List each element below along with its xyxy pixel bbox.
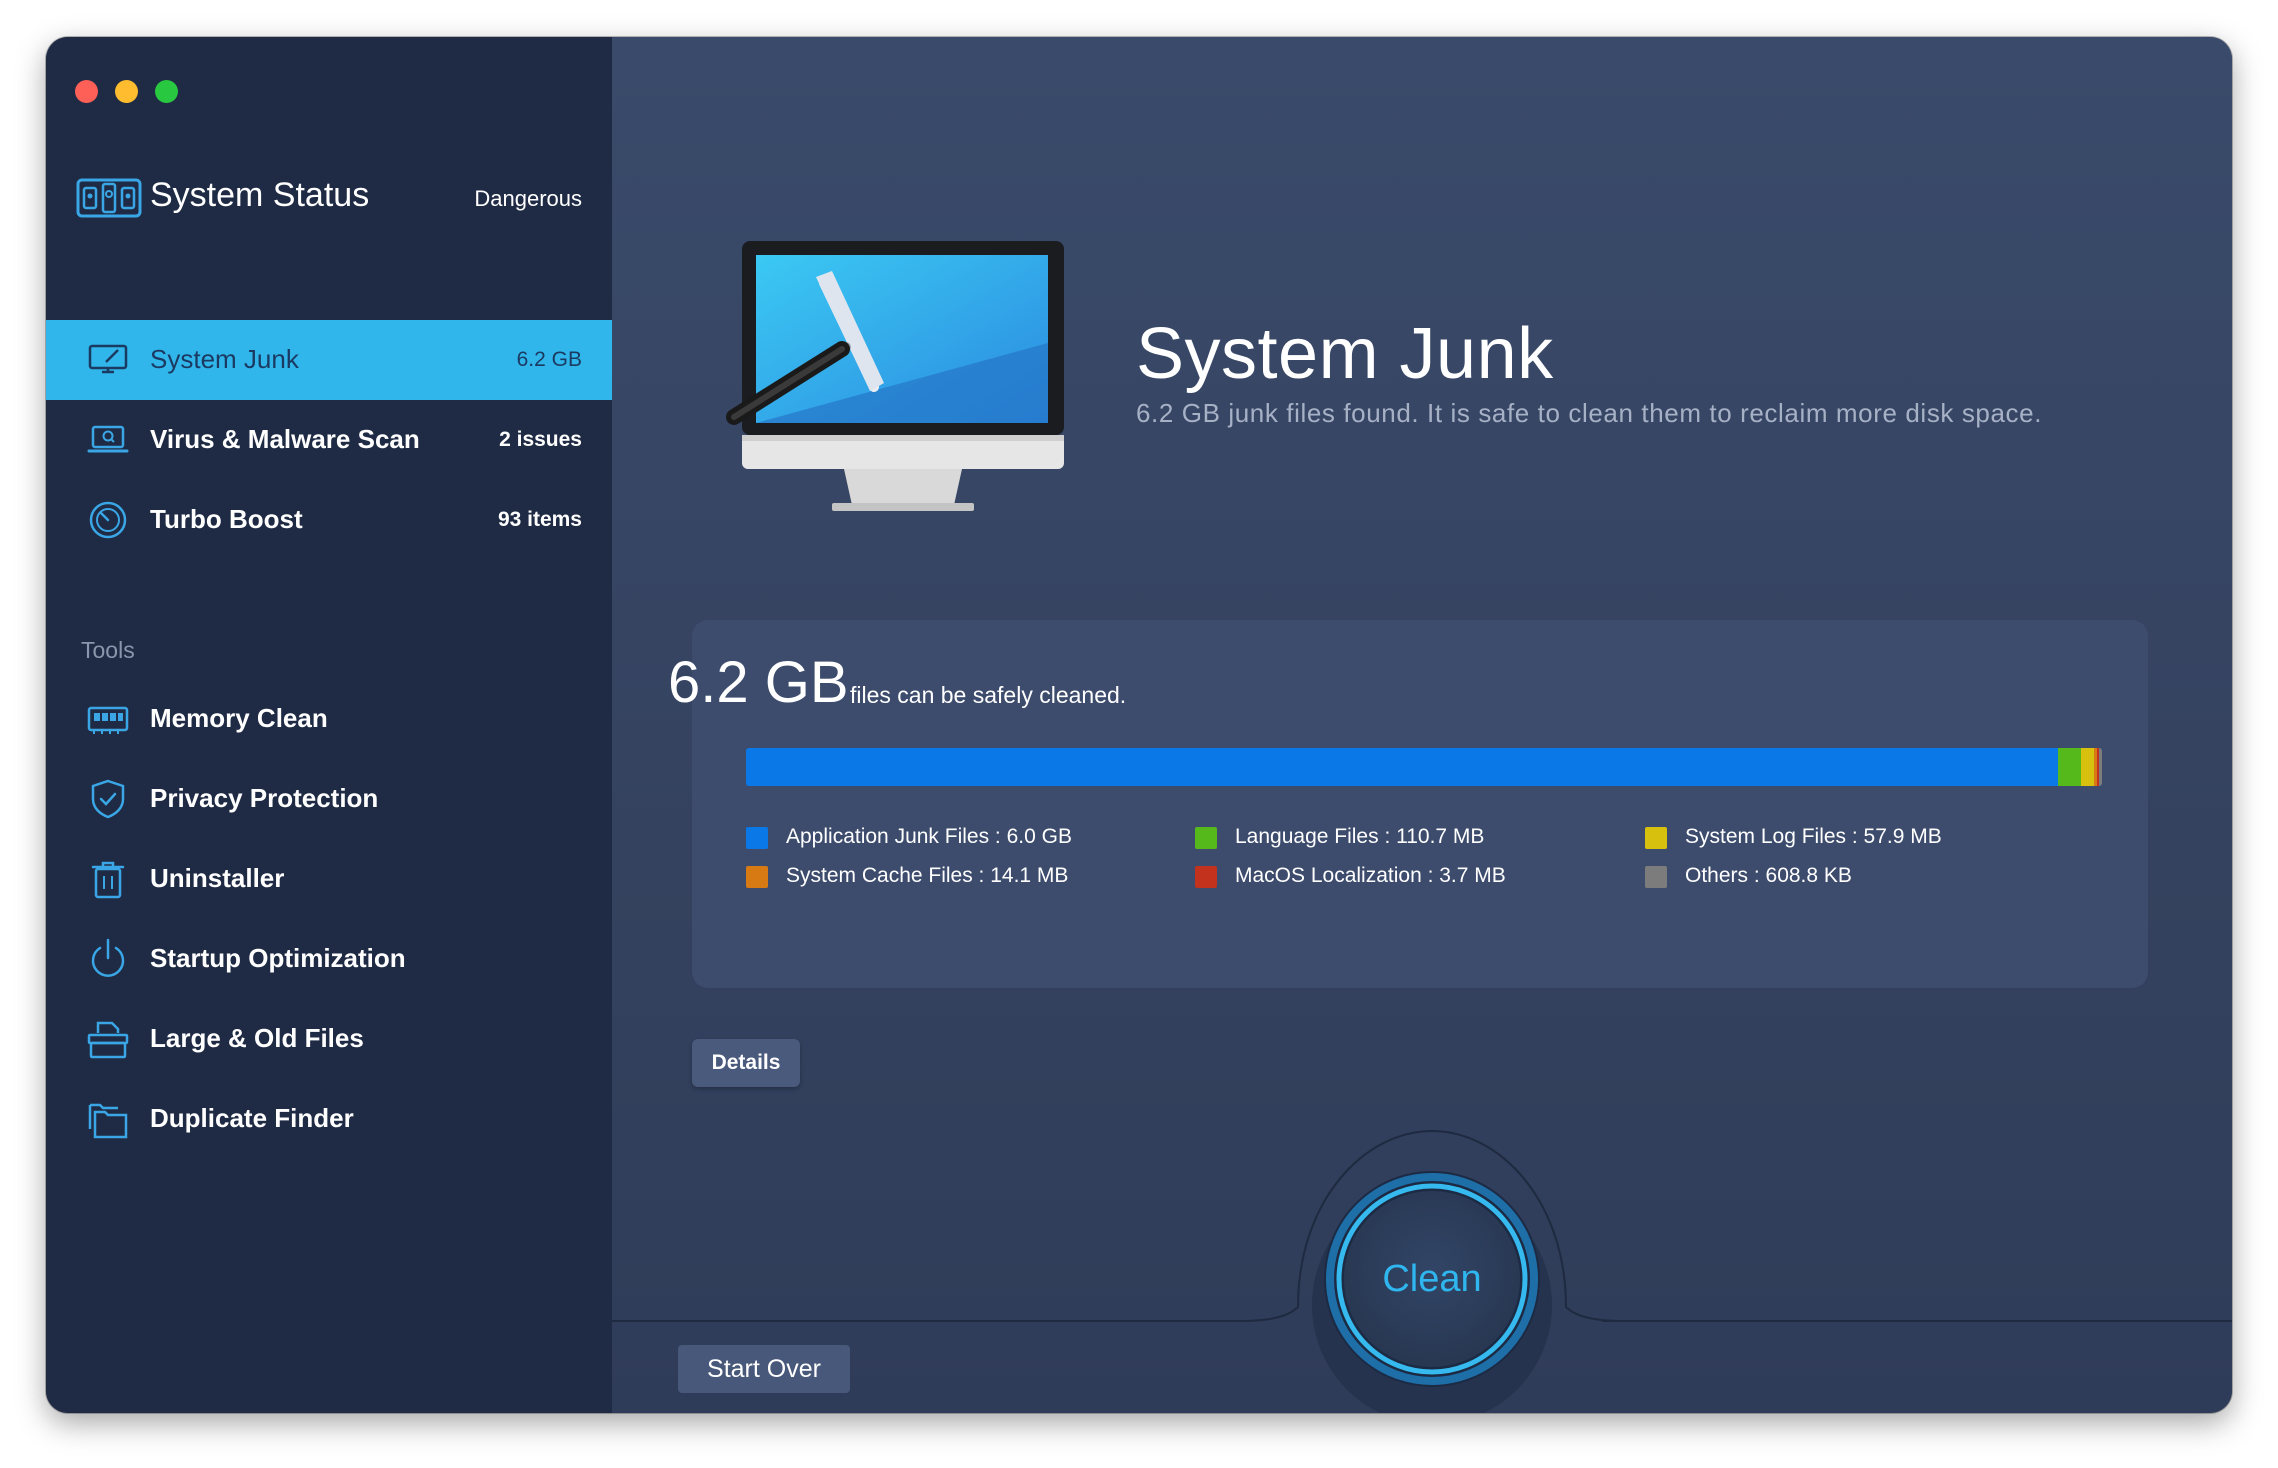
legend-swatch [746,827,768,849]
duplicate-folder-icon [88,1103,128,1139]
trash-icon [91,861,125,899]
sidebar-item-label: Privacy Protection [150,783,379,813]
junk-breakdown-bar [746,748,2102,786]
sidebar-item-label: Uninstaller [150,863,285,893]
sidebar-item-privacy-protection[interactable]: Privacy Protection [46,759,612,839]
minimize-window-button[interactable] [115,80,138,103]
sidebar-item-turbo-boost[interactable]: Turbo Boost 93 items [46,480,612,560]
shield-check-icon [91,779,125,819]
total-junk-caption: files can be safely cleaned. [850,682,1127,708]
legend-label: System Log Files : 57.9 MB [1685,825,1942,848]
junk-size-badge: 6.2 GB [516,348,582,371]
gauge-icon [89,501,127,539]
total-junk-size: 6.2 GB [668,650,849,715]
sidebar-item-label: Turbo Boost [150,504,303,534]
sidebar: System Status Dangerous System Junk 6.2 … [46,37,612,1413]
sidebar-item-label: Startup Optimization [150,943,406,973]
sidebar-item-duplicate-finder[interactable]: Duplicate Finder [46,1079,612,1159]
sidebar-item-label: Virus & Malware Scan [150,424,420,454]
details-button[interactable]: Details [692,1039,800,1087]
legend-label: Language Files : 110.7 MB [1235,825,1485,848]
imac-cleaner-illustration [726,241,1064,511]
legend-swatch [1645,866,1667,888]
sidebar-item-system-junk[interactable]: System Junk 6.2 GB [46,320,612,400]
sidebar-item-label: Duplicate Finder [150,1103,354,1133]
legend-swatch [1645,827,1667,849]
file-box-icon [87,1021,129,1059]
system-status-icon [76,178,142,218]
page-title: System Junk [1136,314,1554,394]
sidebar-item-memory-clean[interactable]: Memory Clean [46,679,612,759]
power-icon [91,938,125,977]
issues-count-badge: 2 issues [499,428,582,451]
close-window-button[interactable] [75,80,98,103]
legend-swatch [1195,866,1217,888]
sidebar-item-label: Large & Old Files [150,1023,364,1053]
laptop-scan-icon [87,425,129,453]
bar-segment [2099,748,2102,786]
legend-label: Application Junk Files : 6.0 GB [786,825,1072,848]
sidebar-item-label: Memory Clean [150,703,328,733]
legend-label: Others : 608.8 KB [1685,864,1852,887]
sidebar-item-large-old-files[interactable]: Large & Old Files [46,999,612,1079]
sidebar-item-uninstaller[interactable]: Uninstaller [46,839,612,919]
main-panel: System Junk 6.2 GB junk files found. It … [612,37,2232,1413]
bar-segment [2081,748,2094,786]
sidebar-item-startup-optimization[interactable]: Startup Optimization [46,919,612,999]
items-count-badge: 93 items [497,508,582,531]
system-status-title: System Status [150,176,370,214]
clean-button-label: Clean [1382,1257,1482,1300]
legend-label: System Cache Files : 14.1 MB [786,864,1069,887]
legend-swatch [746,866,768,888]
junk-summary-card [692,620,2148,988]
page-subtitle: 6.2 GB junk files found. It is safe to c… [1136,398,2043,428]
system-status-header[interactable]: System Status Dangerous [76,172,612,232]
memory-chip-icon [87,706,129,734]
app-window: System Status Dangerous System Junk 6.2 … [46,37,2232,1413]
tools-section-heading: Tools [81,637,135,663]
bar-segment [2057,748,2082,786]
system-status-value: Dangerous [474,186,582,211]
legend-label: MacOS Localization : 3.7 MB [1235,864,1506,887]
zoom-window-button[interactable] [155,80,178,103]
clean-button[interactable]: Clean [1320,1167,1544,1391]
monitor-broom-icon [88,344,128,374]
bar-segment [746,748,2058,786]
sidebar-item-virus-malware-scan[interactable]: Virus & Malware Scan 2 issues [46,400,612,480]
sidebar-item-label: System Junk [150,344,299,374]
legend-swatch [1195,827,1217,849]
start-over-button[interactable]: Start Over [678,1345,850,1393]
